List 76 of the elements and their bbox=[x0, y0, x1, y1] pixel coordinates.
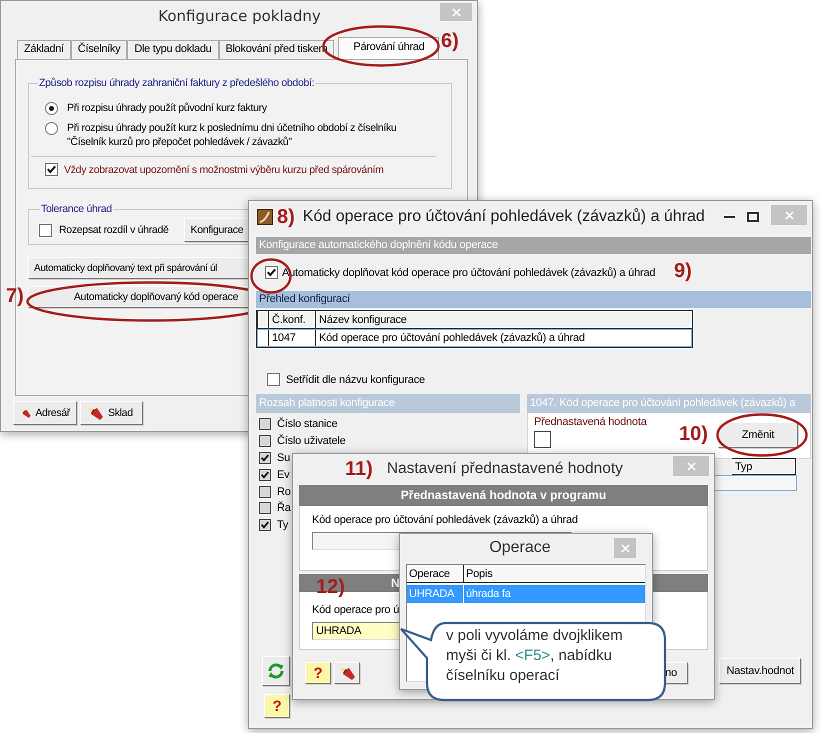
close-icon bbox=[686, 462, 696, 470]
close-icon bbox=[620, 544, 630, 552]
checkbox-label: Ty bbox=[277, 519, 288, 532]
checkbox[interactable] bbox=[265, 266, 278, 279]
flashlight-icon bbox=[338, 666, 356, 680]
column-header: Č.konf. bbox=[268, 311, 315, 328]
column-header: Operace bbox=[408, 566, 451, 582]
column-header: Popis bbox=[463, 565, 645, 582]
group-legend: Způsob rozpisu úhrady zahraniční faktury z předešlého období: bbox=[38, 77, 316, 89]
checkbox-label: Rozepsat rozdíl v úhradě bbox=[59, 224, 169, 236]
set-values-button[interactable]: Nastav.hodnot bbox=[719, 658, 801, 684]
checkbox-label: Ev bbox=[277, 468, 290, 481]
help-button[interactable]: ? bbox=[264, 694, 290, 718]
step-number: 7) bbox=[6, 285, 24, 308]
checkbox-label: Setřídit dle názvu konfigurace bbox=[286, 374, 425, 386]
window-icon bbox=[257, 209, 273, 225]
table-cell: 1047 bbox=[268, 329, 315, 347]
table-cell: úhrada fa bbox=[463, 585, 645, 603]
flashlight-icon bbox=[87, 406, 104, 420]
column-header: Název konfigurace bbox=[315, 311, 692, 328]
checkbox[interactable] bbox=[259, 486, 271, 498]
field-label: Kód operace pro účtování pohledávek (závazků) a úhrad bbox=[312, 514, 579, 526]
checkbox[interactable] bbox=[45, 163, 58, 176]
flashlight-button[interactable] bbox=[334, 662, 360, 684]
help-button[interactable]: ? bbox=[305, 662, 331, 684]
radio-button[interactable] bbox=[45, 122, 58, 135]
checkbox[interactable] bbox=[534, 431, 551, 448]
field-label: Kód operace pro ú bbox=[312, 604, 400, 616]
section-header: Přednastavená hodnota v programu bbox=[299, 485, 708, 506]
refresh-icon bbox=[267, 662, 285, 680]
table-cell-text: UHRADA bbox=[408, 587, 456, 602]
toolbar-button[interactable]: Sklad bbox=[80, 401, 143, 425]
checkbox[interactable] bbox=[259, 502, 271, 514]
checkbox[interactable] bbox=[259, 418, 271, 430]
checkbox[interactable] bbox=[39, 224, 52, 236]
refresh-button[interactable] bbox=[262, 656, 290, 686]
window-title: Kód operace pro účtování pohledávek (závazků) a úhrad bbox=[302, 208, 705, 226]
radio-button[interactable] bbox=[45, 102, 58, 115]
checkbox[interactable] bbox=[267, 373, 280, 386]
column-header: Typ bbox=[732, 458, 796, 475]
step-number: 10) bbox=[679, 423, 708, 446]
step-number: 8) bbox=[277, 206, 295, 228]
checkbox-label: Su bbox=[277, 452, 290, 464]
section-header: Konfigurace automatického doplnění kódu operace bbox=[256, 237, 811, 254]
checkbox-label: Číslo stanice bbox=[277, 418, 338, 430]
window-title: Konfigurace pokladny bbox=[157, 7, 322, 25]
maximize-icon[interactable] bbox=[747, 212, 759, 222]
section-header: Přehled konfigurací bbox=[256, 291, 811, 308]
checkbox-label: Řa bbox=[277, 502, 291, 514]
change-button[interactable]: Změnit bbox=[718, 422, 798, 448]
close-icon bbox=[784, 210, 794, 220]
window-title: Nastavení přednastavené hodnoty bbox=[386, 460, 623, 478]
group-legend: Tolerance úhrad bbox=[40, 203, 113, 215]
step-number: 9) bbox=[674, 260, 692, 283]
checkbox-label: Vždy zobrazovat upozornění s možnostmi výběru kurzu před spárováním bbox=[64, 164, 384, 176]
tab[interactable]: Číselníky bbox=[70, 40, 128, 59]
checkbox-label: Ro bbox=[277, 486, 291, 498]
step-number: 11) bbox=[345, 458, 373, 480]
step-number: 6) bbox=[441, 30, 459, 53]
checkbox[interactable] bbox=[259, 519, 271, 532]
table-cell: Kód operace pro účtování pohledávek (závazků) a úhrad bbox=[315, 329, 692, 347]
panel-header: 1047. Kód operace pro účtování pohledávek (závazků) a bbox=[527, 394, 811, 413]
radio-label: Při rozpisu úhrady použít kurz k poslednímu dni účetního období z číselníku "Číselník kurzů pro přepočet pohledávek / závazků" bbox=[67, 121, 398, 149]
panel-header: Rozsah platnosti konfigurace bbox=[256, 394, 520, 413]
tab[interactable]: Dle typu dokladu bbox=[127, 40, 218, 59]
radio-label: Při rozpisu úhrady použít původní kurz faktury bbox=[67, 101, 267, 115]
field-label: Přednastavená hodnota bbox=[534, 416, 647, 428]
checkbox-label: Číslo uživatele bbox=[277, 435, 346, 448]
toolbar-button[interactable]: Adresář bbox=[13, 401, 77, 425]
tab[interactable]: Párování úhrad bbox=[338, 37, 440, 59]
checkbox[interactable] bbox=[259, 435, 271, 448]
tab[interactable]: Základní bbox=[17, 40, 71, 59]
close-icon bbox=[452, 8, 460, 16]
window-title: Operace bbox=[488, 539, 552, 557]
checkbox[interactable] bbox=[259, 468, 271, 481]
checkbox[interactable] bbox=[259, 452, 271, 464]
